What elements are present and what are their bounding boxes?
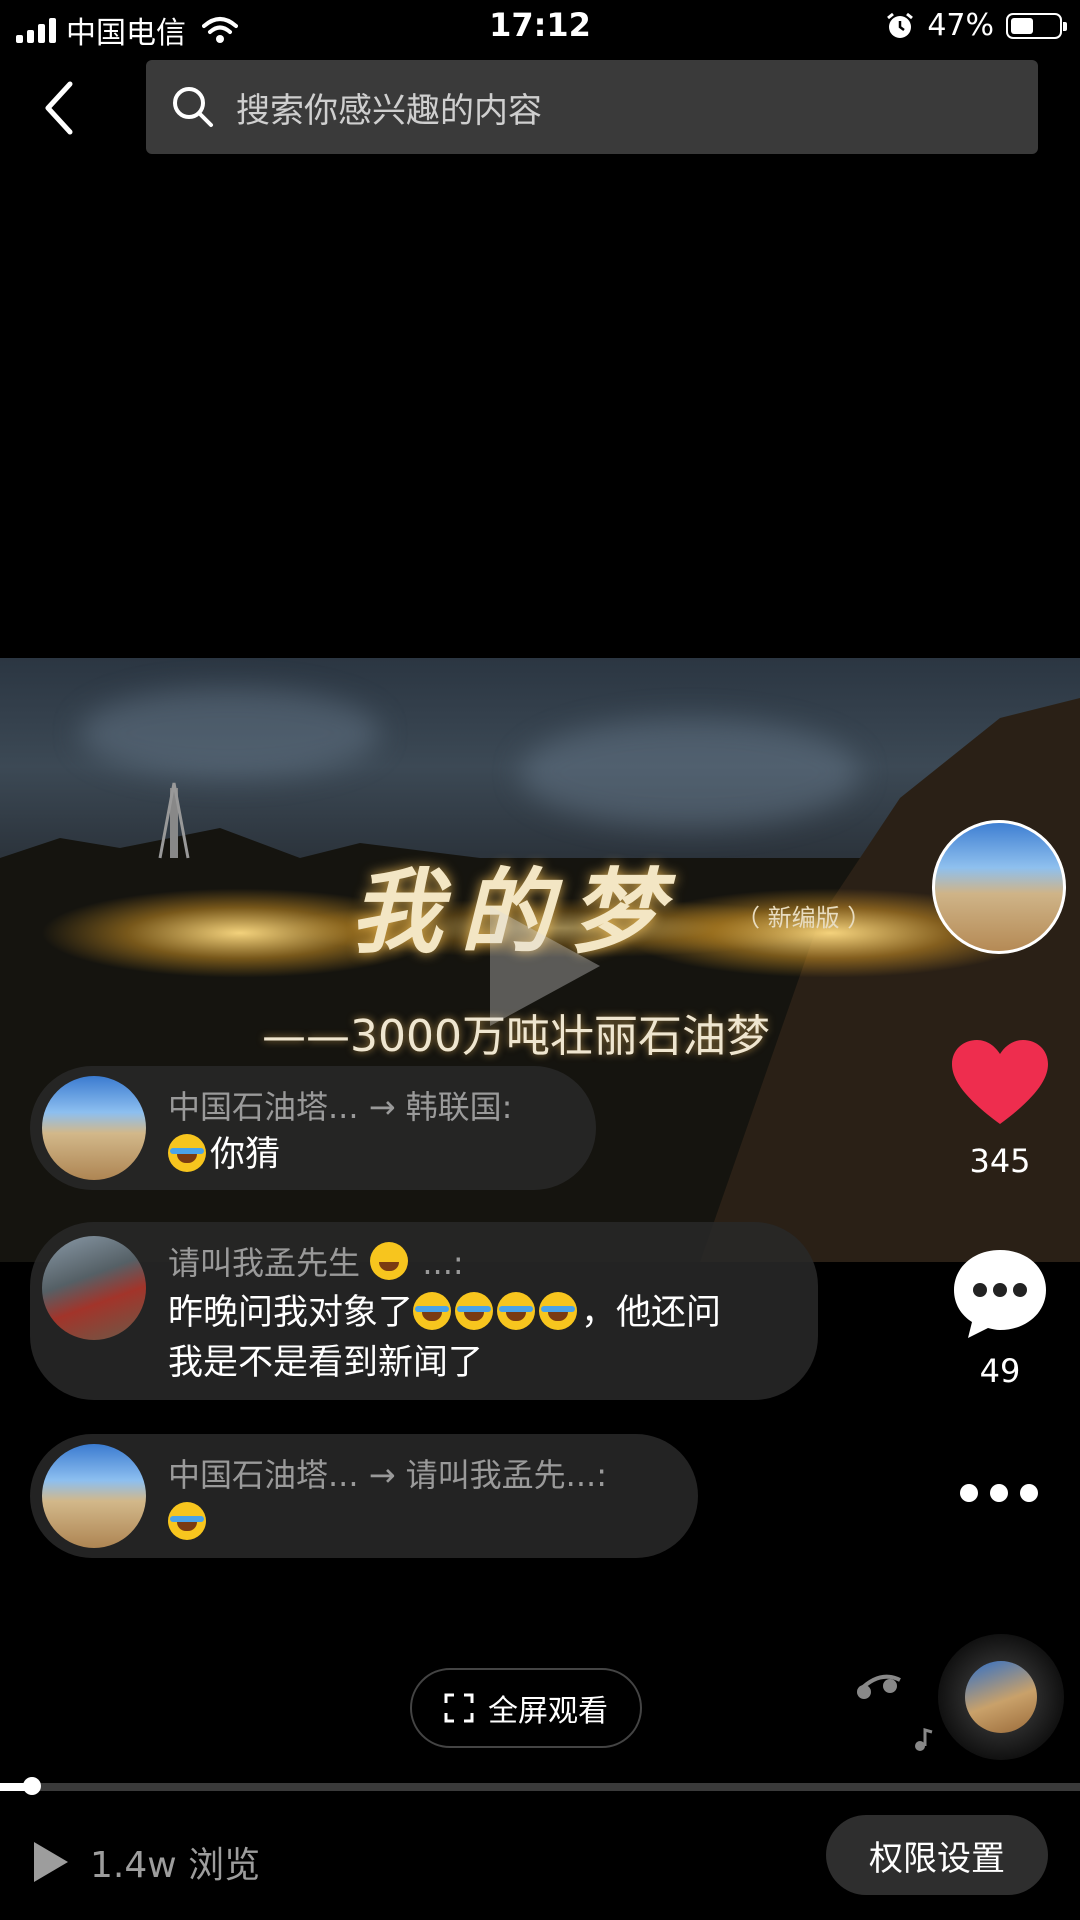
grinning-emoji [370,1242,409,1280]
comment-item[interactable]: 请叫我孟先生 ...: 昨晚问我对象了 ，他还问 我是不是看到新闻了 [30,1222,818,1400]
comment-bubble-icon[interactable] [950,1248,1050,1340]
progress-knob[interactable] [23,1777,42,1795]
author-avatar[interactable] [932,820,1066,954]
rofl-emoji [539,1292,578,1330]
music-disc-icon[interactable] [938,1634,1064,1760]
video-title-note: （ 新编版 ） [736,904,872,932]
rofl-emoji [413,1292,452,1330]
comment-text: 昨晚问我对象了 ，他还问 我是不是看到新闻了 [168,1292,722,1383]
fullscreen-button[interactable]: 全屏观看 [410,1668,642,1748]
video-progress-bar[interactable] [0,1777,1080,1795]
back-arrow-icon[interactable] [36,78,86,138]
comment-text: 你猜 [168,1130,280,1180]
commenter-avatar[interactable] [42,1076,146,1180]
laughing-crying-emoji [168,1134,206,1172]
play-icon[interactable] [30,1840,70,1884]
like-heart-icon[interactable] [952,1040,1048,1128]
fullscreen-icon [444,1693,474,1723]
battery-icon [1006,12,1067,39]
battery-percent: 47% [927,8,994,43]
commenter-name[interactable]: 中国石油塔... → 韩联国: [168,1082,512,1128]
search-placeholder: 搜索你感兴趣的内容 [236,90,542,131]
commenter-avatar[interactable] [42,1444,146,1548]
commenter-avatar[interactable] [42,1236,146,1340]
view-count: 1.4w 浏览 [90,1845,261,1886]
fullscreen-label: 全屏观看 [488,1694,608,1729]
alarm-icon [887,12,914,38]
play-icon[interactable] [470,896,610,1036]
permission-settings-button[interactable]: 权限设置 [826,1815,1048,1895]
comment-count: 49 [979,1352,1021,1390]
search-icon [173,87,213,127]
laughing-crying-emoji [168,1502,206,1540]
like-count: 345 [969,1142,1031,1180]
view-stats: 1.4w 浏览 [30,1836,260,1888]
comment-text [168,1498,210,1548]
search-bar[interactable]: 搜索你感兴趣的内容 [146,60,1038,154]
commenter-name[interactable]: 中国石油塔... → 请叫我孟先...: [168,1450,607,1496]
more-options-icon[interactable] [960,1484,1038,1502]
rofl-emoji [497,1292,536,1330]
rofl-emoji [455,1292,494,1330]
commenter-name[interactable]: 请叫我孟先生 ...: [168,1238,464,1284]
status-bar: 中国电信 17:12 47% [0,0,1080,56]
comment-item[interactable]: 中国石油塔... → 请叫我孟先...: [30,1434,698,1558]
comment-item[interactable]: 中国石油塔... → 韩联国: 你猜 [30,1066,596,1190]
